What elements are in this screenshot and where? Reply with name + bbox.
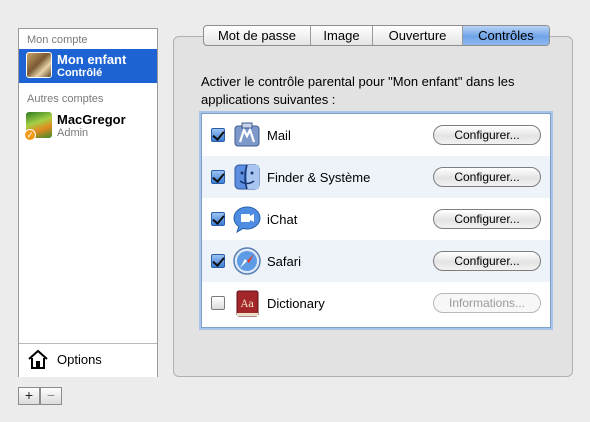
account-macgregor[interactable]: ✓ MacGregor Admin [19, 109, 157, 143]
configure-safari-button[interactable]: Configurer... [433, 251, 541, 271]
app-name: iChat [267, 212, 298, 227]
svg-text:Aa: Aa [240, 299, 254, 310]
app-row-finder: Finder & Système Configurer... [202, 156, 550, 198]
remove-account-button[interactable]: − [40, 387, 62, 405]
ichat-checkbox[interactable] [211, 212, 225, 226]
app-list: Mail Configurer... Finder & Système Conf… [201, 113, 551, 328]
login-options-button[interactable]: Options [19, 344, 157, 377]
dictionary-checkbox[interactable] [211, 296, 225, 310]
app-row-ichat: iChat Configurer... [202, 198, 550, 240]
dictionary-info-button[interactable]: Informations... [433, 293, 541, 313]
safari-checkbox[interactable] [211, 254, 225, 268]
ichat-icon [233, 206, 261, 234]
parental-control-description: Activer le contrôle parental pour "Mon e… [201, 74, 515, 107]
finder-icon [234, 164, 260, 190]
tab-bar: Mot de passe Image Ouverture Contrôles [203, 25, 550, 46]
options-label: Options [57, 352, 102, 367]
app-name: Mail [267, 128, 291, 143]
configure-finder-button[interactable]: Configurer... [433, 167, 541, 187]
tab-ouverture[interactable]: Ouverture [373, 26, 463, 45]
section-other-accounts: Autres comptes [27, 93, 104, 105]
account-mon-enfant[interactable]: Mon enfant Contrôlé [19, 49, 157, 83]
mail-icon [234, 122, 260, 147]
finder-checkbox[interactable] [211, 170, 225, 184]
app-name: Safari [267, 254, 301, 269]
admin-badge-icon: ✓ [24, 129, 36, 141]
account-role: Admin [57, 127, 89, 139]
configure-ichat-button[interactable]: Configurer... [433, 209, 541, 229]
mail-checkbox[interactable] [211, 128, 225, 142]
user-avatar [26, 52, 52, 78]
tab-image[interactable]: Image [311, 26, 373, 45]
add-account-button[interactable]: + [18, 387, 40, 405]
app-row-mail: Mail Configurer... [202, 114, 550, 156]
dictionary-icon: Aa [236, 290, 259, 317]
accounts-sidebar: Mon compte Mon enfant Contrôlé Autres co… [18, 28, 158, 377]
section-my-account: Mon compte [27, 34, 88, 46]
app-name: Dictionary [267, 296, 325, 311]
configure-mail-button[interactable]: Configurer... [433, 125, 541, 145]
tab-mot-de-passe[interactable]: Mot de passe [204, 26, 311, 45]
account-name: MacGregor [57, 112, 126, 127]
account-name: Mon enfant [57, 52, 127, 67]
account-role: Contrôlé [57, 67, 103, 79]
app-row-safari: Safari Configurer... [202, 240, 550, 282]
tab-controles[interactable]: Contrôles [463, 26, 549, 45]
house-icon [28, 349, 48, 369]
app-row-dictionary: Aa Dictionary Informations... [202, 282, 550, 324]
safari-icon [233, 247, 261, 275]
app-name: Finder & Système [267, 170, 371, 185]
